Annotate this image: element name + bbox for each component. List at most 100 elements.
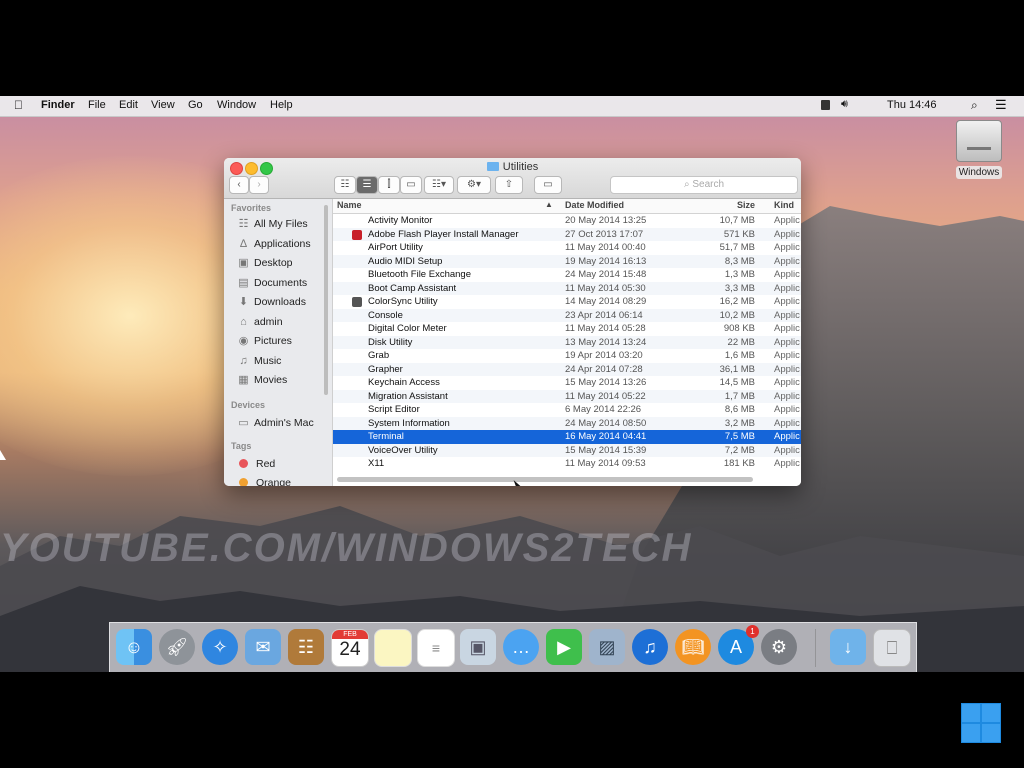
sidebar-item-downloads[interactable]: ⬇ Downloads (237, 294, 306, 310)
facetime-icon[interactable]: ▶ (546, 629, 582, 665)
app-store-icon[interactable]: A 1 (718, 625, 759, 665)
table-row[interactable]: Digital Color Meter 11 May 2014 05:28 908 … (333, 322, 801, 336)
cell-kind: Applic (774, 363, 800, 375)
sidebar-item-admins-mac[interactable]: ▭ Admin's Mac (237, 415, 313, 431)
table-row[interactable]: ColorSync Utility 14 May 2014 08:29 16,2 M… (333, 295, 801, 309)
cell-name: Bluetooth File Exchange (368, 269, 471, 280)
cell-date: 19 May 2014 16:13 (565, 255, 647, 267)
cell-kind: Applic (774, 417, 800, 429)
sidebar-scrollbar[interactable] (324, 205, 328, 395)
ibooks-icon[interactable]: 📖︎ (675, 629, 711, 665)
search-field[interactable]: ⌕ Search (610, 176, 798, 194)
table-row[interactable]: System Information 24 May 2014 08:50 3,2 M… (333, 416, 801, 430)
column-header-date[interactable]: Date Modified (565, 200, 624, 210)
table-row[interactable]: Grapher 24 Apr 2014 07:28 36,1 MB Applic (333, 362, 801, 376)
icon-view-button[interactable]: ☷ (334, 176, 356, 194)
display-icon[interactable] (821, 100, 830, 110)
windows-drive[interactable]: Windows (953, 120, 1005, 182)
table-row[interactable]: Audio MIDI Setup 19 May 2014 16:13 8,3 MB A… (333, 254, 801, 268)
sidebar-item-movies[interactable]: ▦ Movies (237, 372, 287, 388)
photo-booth-icon[interactable]: ▣ (460, 629, 496, 665)
clock[interactable]: Thu 14:46 (887, 99, 937, 111)
menu-edit[interactable]: Edit (119, 99, 138, 111)
computer-icon: ▭ (238, 417, 249, 429)
table-row[interactable]: Script Editor 6 May 2014 22:26 8,6 MB Appli… (333, 403, 801, 417)
sidebar-item-documents[interactable]: ▤ Documents (237, 275, 307, 291)
forward-button[interactable]: › (249, 176, 269, 194)
menu-help[interactable]: Help (270, 99, 293, 111)
arrange-button[interactable]: ☷▾ (424, 176, 454, 194)
volume-icon[interactable]: 🔊︎ (841, 98, 848, 111)
action-gear-button[interactable]: ⚙▾ (457, 176, 491, 194)
reminders-icon[interactable]: ≡ (417, 629, 455, 667)
windows-logo-icon (961, 703, 1001, 743)
sidebar-item-desktop[interactable]: ▣ Desktop (237, 255, 292, 271)
table-row[interactable]: VoiceOver Utility 15 May 2014 15:39 7,2 MB… (333, 443, 801, 457)
cell-date: 11 May 2014 05:28 (565, 323, 646, 334)
contacts-icon[interactable]: ☷ (288, 629, 324, 665)
tags-button[interactable]: ▭ (534, 176, 562, 194)
mail-icon[interactable]: ✉ (245, 629, 281, 665)
horizontal-scrollbar[interactable] (337, 477, 753, 482)
preview-icon[interactable]: ▨ (589, 629, 625, 665)
sidebar-item-all-my-files[interactable]: ☷ All My Files (237, 216, 308, 232)
table-row[interactable]: X11 11 May 2014 09:53 181 KB Applic (333, 457, 801, 471)
column-header-name[interactable]: Name (337, 200, 362, 210)
itunes-icon[interactable]: ♫ (632, 629, 668, 665)
sidebar-header-favorites: Favorites (231, 203, 272, 213)
column-view-button[interactable]: ⫿ (378, 176, 400, 194)
cover-flow-button[interactable]: ▭ (400, 176, 422, 194)
desktop: YOUTUBE.COM/WINDOWS2TECH  Finder File E… (0, 96, 1024, 672)
messages-icon[interactable]: … (503, 629, 539, 665)
list-view-button[interactable]: ☰ (356, 176, 378, 194)
sidebar-item-admin[interactable]: ⌂ admin (237, 314, 282, 330)
apple-icon[interactable]:  (14, 98, 23, 112)
safari-icon[interactable]: ✧ (202, 629, 238, 665)
sidebar-header-devices: Devices (231, 400, 266, 410)
table-row[interactable]: Console 23 Apr 2014 06:14 10,2 MB Applic (333, 308, 801, 322)
sidebar-item-music[interactable]: ♫ Music (237, 353, 281, 369)
table-row[interactable]: Activity Monitor 20 May 2014 13:25 10,7 MB… (333, 214, 801, 228)
table-row[interactable]: Bluetooth File Exchange 24 May 2014 15:48… (333, 268, 801, 282)
table-row[interactable]: Adobe Flash Player Install Manager 27 Oct… (333, 227, 801, 241)
table-row[interactable]: Migration Assistant 11 May 2014 05:22 1,7 … (333, 389, 801, 403)
notes-icon[interactable] (374, 629, 412, 667)
table-row[interactable]: Disk Utility 13 May 2014 13:24 22 MB Applic (333, 335, 801, 349)
table-row[interactable]: Grab 19 Apr 2014 03:20 1,6 MB Applic (333, 349, 801, 363)
calendar-month: FEB (332, 630, 368, 639)
back-button[interactable]: ‹ (229, 176, 249, 194)
table-row[interactable]: Boot Camp Assistant 11 May 2014 05:30 3,3 … (333, 281, 801, 295)
notification-center-icon[interactable]: ☰ (995, 97, 1007, 113)
sidebar-tag-orange[interactable]: Orange (239, 475, 291, 486)
column-header-size[interactable]: Size (737, 200, 755, 210)
home-icon: ⌂ (240, 315, 247, 328)
sidebar-tag-red[interactable]: Red (239, 456, 275, 472)
table-row[interactable]: Terminal 16 May 2014 04:41 7,5 MB Applic (333, 430, 801, 444)
system-preferences-icon[interactable]: ⚙ (761, 629, 797, 665)
sidebar-item-label: Music (254, 354, 282, 367)
table-row[interactable]: Keychain Access 15 May 2014 13:26 14,5 MB A… (333, 376, 801, 390)
calendar-icon[interactable]: FEB 24 (331, 629, 369, 667)
sidebar-item-applications[interactable]: ∆ Applications (237, 236, 311, 252)
sidebar-item-pictures[interactable]: ◉ Pictures (237, 333, 292, 349)
share-button[interactable]: ⇧ (495, 176, 523, 194)
menu-file[interactable]: File (88, 99, 106, 111)
trash-icon[interactable]: ⎕ (873, 629, 911, 667)
menu-app-finder[interactable]: Finder (41, 99, 75, 111)
column-header-kind[interactable]: Kind (774, 200, 794, 210)
cell-kind: Applic (774, 309, 800, 321)
downloads-folder-icon[interactable]: ↓ (830, 629, 866, 665)
cell-size: 16,2 MB (719, 296, 755, 307)
menu-go[interactable]: Go (188, 99, 203, 111)
cell-name: System Information (368, 417, 450, 429)
drive-label: Windows (955, 166, 1003, 179)
menu-window[interactable]: Window (217, 99, 256, 111)
spotlight-search-icon[interactable]: ⌕ (971, 98, 978, 113)
launchpad-icon[interactable]: 🚀︎ (159, 629, 195, 665)
table-row[interactable]: AirPort Utility 11 May 2014 00:40 51,7 MB A… (333, 241, 801, 255)
cell-name: Audio MIDI Setup (368, 255, 443, 267)
finder-icon[interactable]: ☺ (116, 629, 152, 665)
menu-view[interactable]: View (151, 99, 175, 111)
sidebar-item-label: Documents (254, 276, 308, 289)
app-store-badge: 1 (746, 625, 759, 638)
